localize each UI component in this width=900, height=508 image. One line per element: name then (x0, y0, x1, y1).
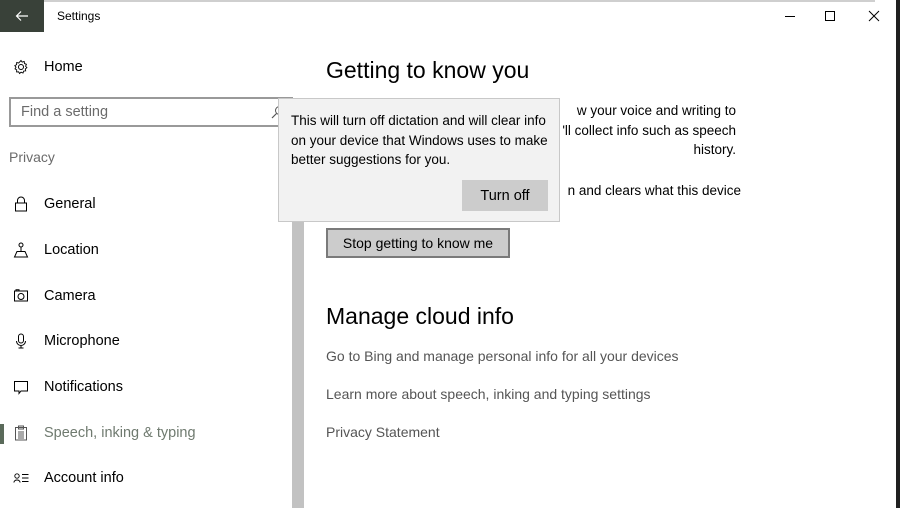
camera-icon (12, 287, 30, 305)
microphone-icon (12, 332, 30, 350)
content-scrollbar[interactable] (292, 218, 304, 508)
sidebar-item-label: Camera (44, 288, 96, 304)
stop-getting-to-know-me-button[interactable]: Stop getting to know me (326, 228, 510, 258)
sidebar-home[interactable]: Home (0, 52, 290, 82)
search-input[interactable] (21, 103, 261, 121)
sidebar-item-label: Notifications (44, 379, 123, 395)
sidebar-item-label: Account info (44, 470, 124, 486)
turn-off-button[interactable]: Turn off (462, 180, 548, 211)
bing-manage-info-link[interactable]: Go to Bing and manage personal info for … (326, 348, 679, 364)
sidebar-item-camera[interactable]: Camera (0, 279, 290, 313)
lock-icon (12, 195, 30, 213)
location-icon (12, 241, 30, 259)
sidebar-item-label: Microphone (44, 333, 120, 349)
sidebar-item-label: General (44, 196, 96, 212)
clipboard-icon (12, 424, 30, 442)
turn-off-confirmation-flyout: This will turn off dictation and will cl… (278, 98, 560, 222)
learn-more-link[interactable]: Learn more about speech, inking and typi… (326, 386, 651, 402)
sidebar-item-general[interactable]: General (0, 187, 290, 221)
back-button[interactable] (0, 0, 44, 32)
desktop-background (896, 0, 900, 508)
privacy-statement-link[interactable]: Privacy Statement (326, 424, 440, 440)
settings-window: Settings Home Privacy General Location (0, 0, 896, 508)
sidebar-item-account-info[interactable]: Account info (0, 461, 290, 495)
search-box[interactable] (9, 97, 293, 127)
sidebar-item-microphone[interactable]: Microphone (0, 324, 290, 358)
window-title: Settings (57, 9, 101, 23)
sidebar-item-label: Speech, inking & typing (44, 425, 196, 441)
selected-indicator (0, 424, 4, 444)
main-content: Getting to know you w your voice and wri… (326, 0, 886, 508)
account-info-icon (12, 469, 30, 487)
sidebar-item-label: Location (44, 242, 99, 258)
section-title-getting-to-know-you: Getting to know you (326, 57, 530, 83)
back-arrow-icon (15, 11, 28, 21)
gear-icon (12, 58, 30, 76)
sidebar-item-notifications[interactable]: Notifications (0, 370, 290, 404)
flyout-message: This will turn off dictation and will cl… (291, 113, 548, 167)
sidebar-section-privacy: Privacy (9, 149, 55, 165)
sidebar-item-speech-inking-typing[interactable]: Speech, inking & typing (0, 416, 290, 450)
sidebar-home-label: Home (44, 59, 83, 75)
section-title-manage-cloud-info: Manage cloud info (326, 303, 514, 329)
notifications-icon (12, 378, 30, 396)
sidebar-item-location[interactable]: Location (0, 233, 290, 267)
